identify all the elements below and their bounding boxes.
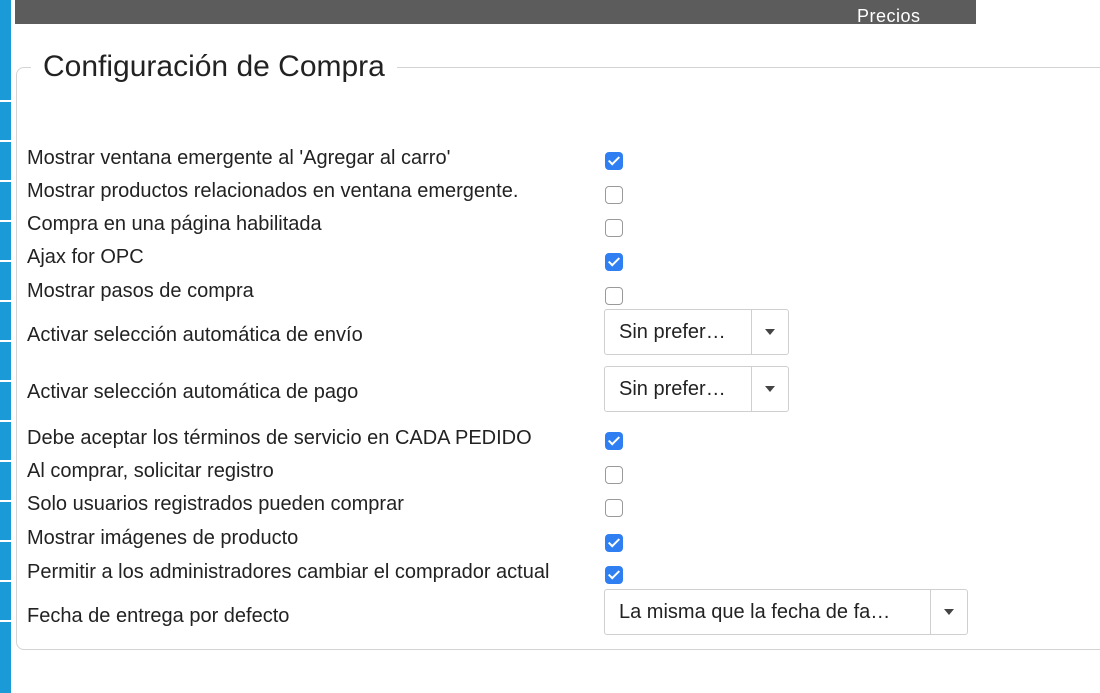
select-auto-payment-value: Sin prefer… — [619, 378, 726, 400]
checkbox-popup-add-to-cart[interactable] — [605, 152, 623, 170]
checkbox-ajax-opc[interactable] — [605, 253, 623, 271]
chevron-down-icon[interactable] — [751, 367, 788, 411]
checkbox-require-registration[interactable] — [605, 466, 623, 484]
checkbox-registered-only[interactable] — [605, 499, 623, 517]
section-title: Configuración de Compra — [43, 50, 385, 83]
chevron-down-icon[interactable] — [930, 590, 967, 634]
checkbox-accept-tos[interactable] — [605, 432, 623, 450]
setting-label-checkout-steps: Mostrar pasos de compra — [27, 280, 254, 302]
select-auto-shipment-value: Sin prefer… — [619, 321, 726, 343]
checkbox-product-images[interactable] — [605, 534, 623, 552]
checkbox-admin-change-shopper[interactable] — [605, 566, 623, 584]
setting-label-auto-shipment: Activar selección automática de envío — [27, 324, 363, 346]
setting-label-auto-payment: Activar selección automática de pago — [27, 381, 359, 403]
setting-label-related-products-popup: Mostrar productos relacionados en ventan… — [27, 180, 519, 202]
checkbox-checkout-steps[interactable] — [605, 287, 623, 305]
select-default-delivery-date-value: La misma que la fecha de fa… — [619, 601, 891, 623]
setting-label-ajax-opc: Ajax for OPC — [27, 246, 144, 268]
setting-label-registered-only: Solo usuarios registrados pueden comprar — [27, 493, 404, 515]
setting-label-default-delivery-date: Fecha de entrega por defecto — [27, 605, 290, 627]
left-sidebar-edge — [0, 0, 11, 693]
setting-label-product-images: Mostrar imágenes de producto — [27, 527, 299, 549]
setting-label-require-registration: Al comprar, solicitar registro — [27, 460, 274, 482]
setting-label-popup-add-to-cart: Mostrar ventana emergente al 'Agregar al… — [27, 147, 451, 169]
setting-label-admin-change-shopper: Permitir a los administradores cambiar e… — [27, 561, 550, 583]
checkbox-related-products-popup[interactable] — [605, 186, 623, 204]
setting-label-accept-tos: Debe aceptar los términos de servicio en… — [27, 427, 532, 449]
top-tab-bar: Precios — [15, 0, 976, 27]
setting-label-one-page-checkout: Compra en una página habilitada — [27, 213, 322, 235]
chevron-down-icon[interactable] — [751, 310, 788, 354]
tab-precios[interactable]: Precios — [857, 6, 921, 27]
select-default-delivery-date[interactable]: La misma que la fecha de fa… — [604, 589, 968, 635]
select-auto-shipment[interactable]: Sin prefer… — [604, 309, 789, 355]
purchase-settings-panel: Configuración de Compra — [16, 50, 1100, 650]
checkbox-one-page-checkout[interactable] — [605, 219, 623, 237]
select-auto-payment[interactable]: Sin prefer… — [604, 366, 789, 412]
